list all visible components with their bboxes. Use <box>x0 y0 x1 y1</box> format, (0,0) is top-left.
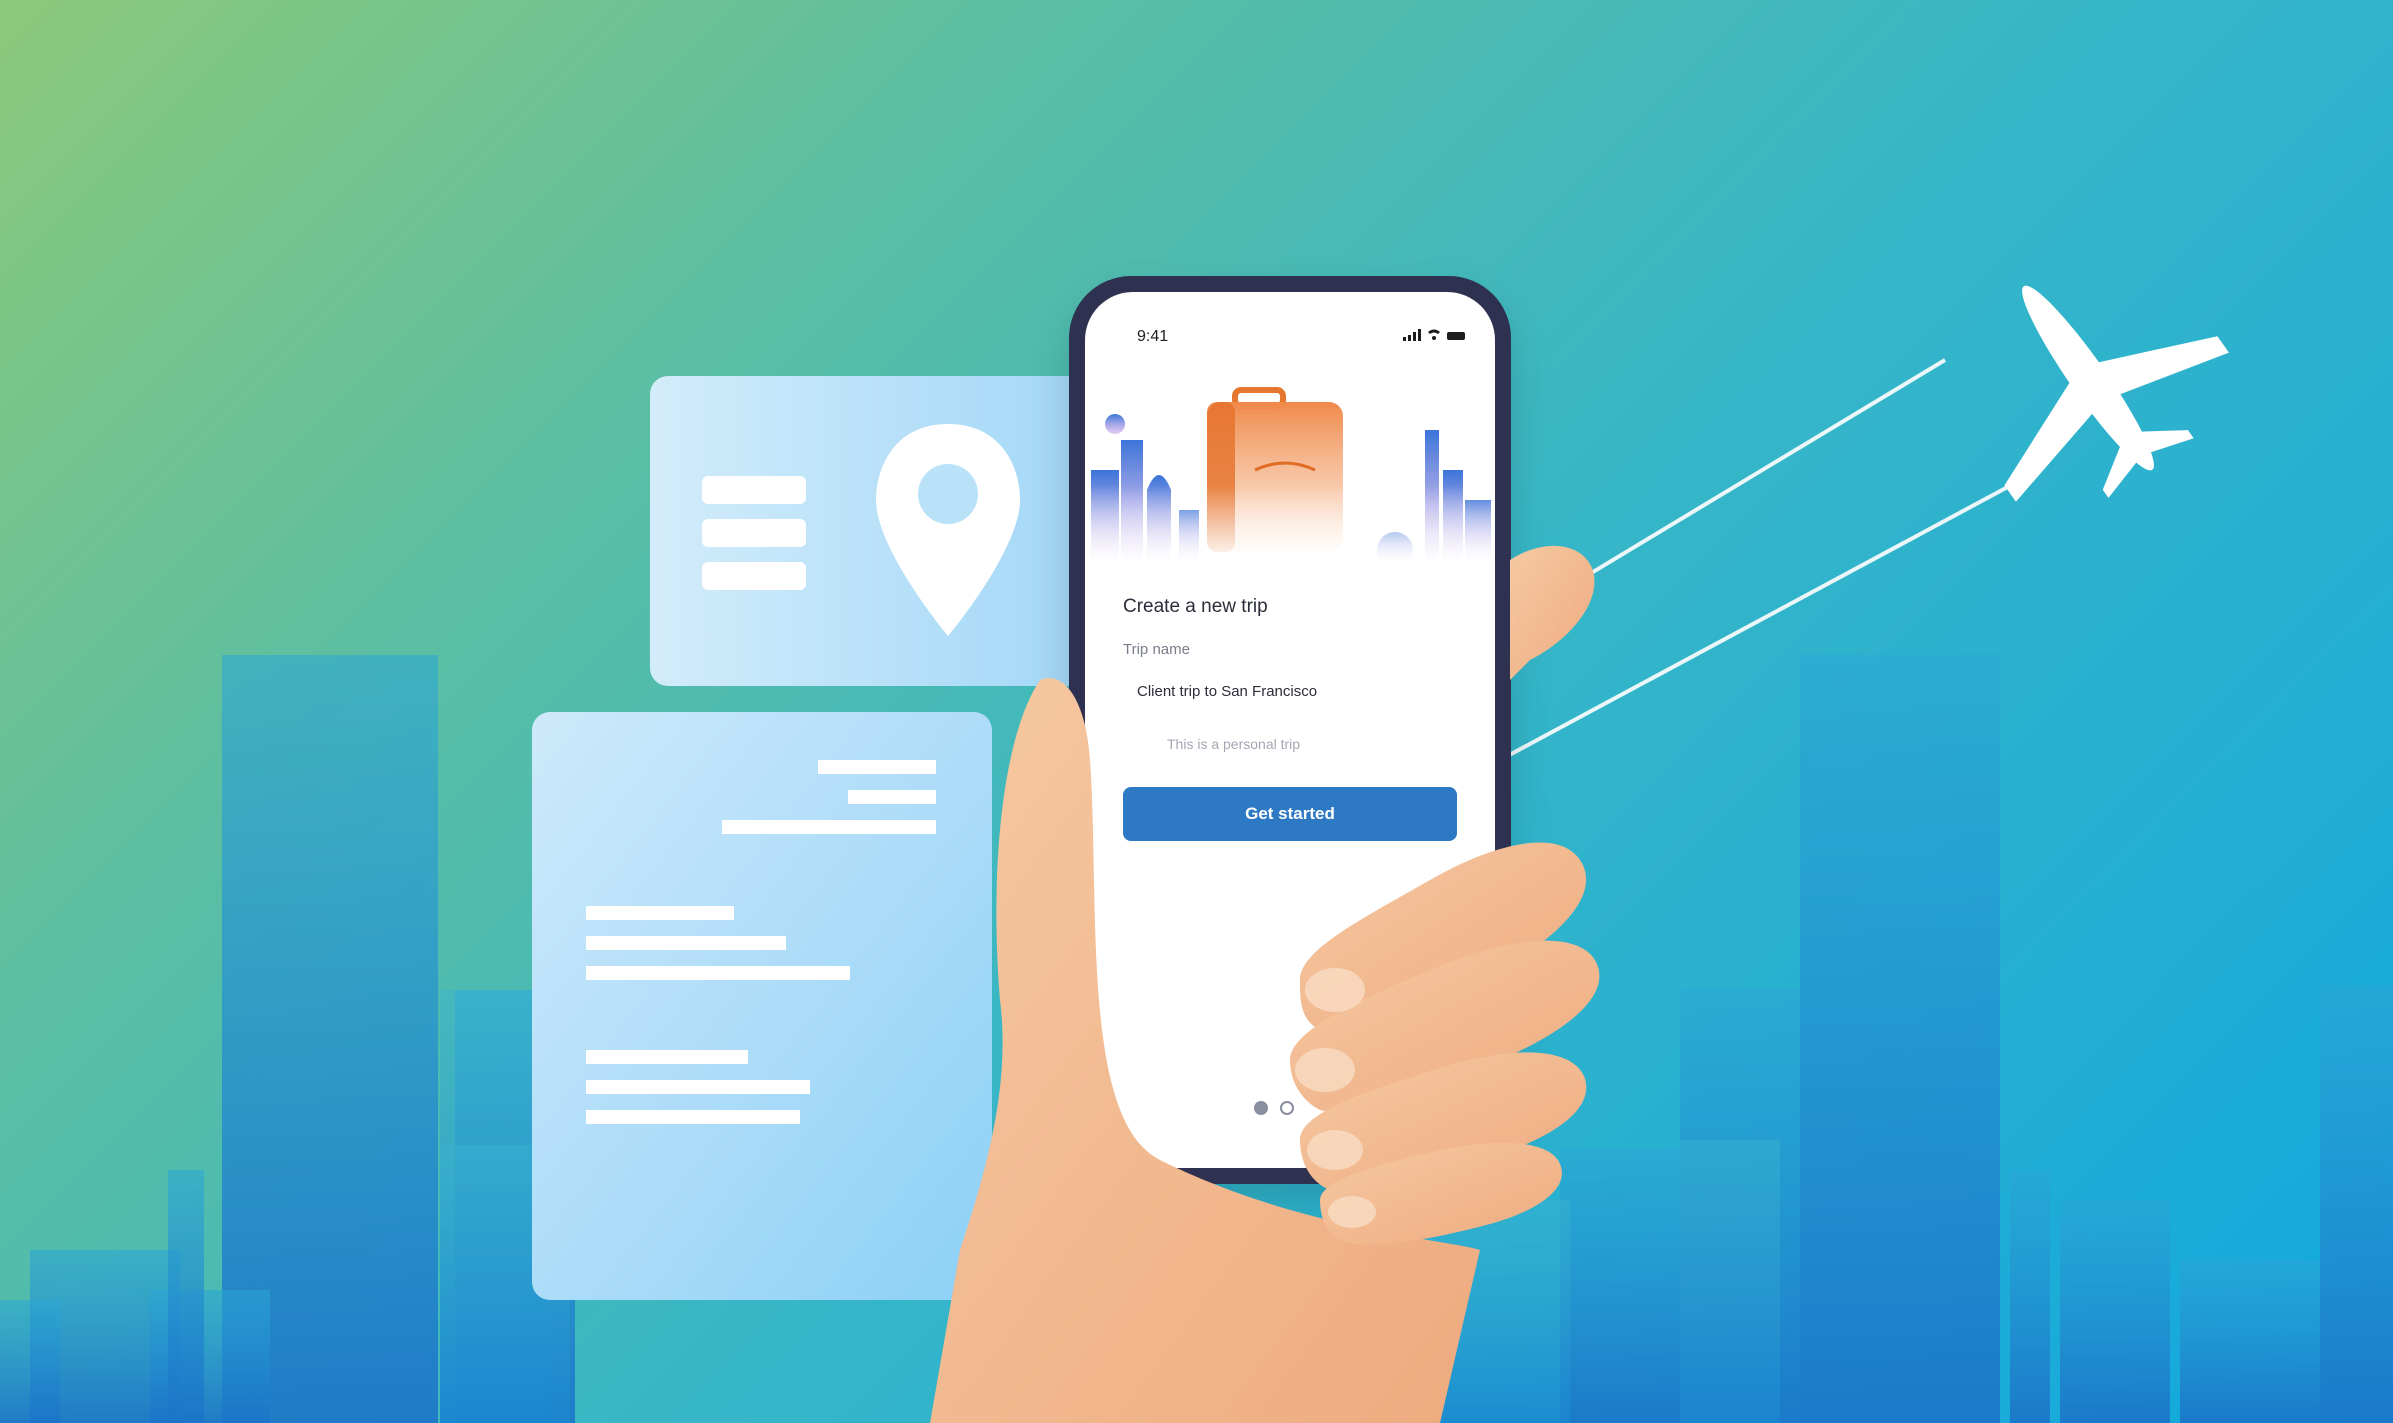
page-title: Create a new trip <box>1123 596 1268 617</box>
wifi-icon <box>1428 329 1440 340</box>
page-indicator <box>1254 1101 1294 1115</box>
location-card <box>650 376 1110 686</box>
phone-screen: 9:41 Create a new trip Trip name Client … <box>1085 292 1495 1168</box>
list-icon <box>702 476 806 590</box>
phone-device: 9:41 Create a new trip Trip name Client … <box>1069 276 1511 1184</box>
trip-hero-illustration <box>1085 370 1495 562</box>
get-started-button[interactable]: Get started <box>1123 787 1457 841</box>
trip-name-value: Client trip to San Francisco <box>1137 683 1318 700</box>
document-card <box>532 712 992 1300</box>
signal-icon <box>1403 329 1421 341</box>
battery-icon <box>1447 332 1465 340</box>
trip-name-input[interactable]: Client trip to San Francisco <box>1123 672 1457 712</box>
illustration-scene: 9:41 Create a new trip Trip name Client … <box>0 0 2393 1423</box>
personal-trip-checkbox[interactable]: This is a personal trip <box>1123 724 1457 764</box>
page-dot-inactive <box>1280 1101 1294 1115</box>
status-time: 9:41 <box>1137 328 1169 345</box>
page-dot-active <box>1254 1101 1268 1115</box>
trip-name-label: Trip name <box>1123 641 1190 658</box>
status-icons <box>1403 328 1467 347</box>
airplane-icon <box>2004 285 2229 502</box>
personal-trip-label: This is a personal trip <box>1167 736 1301 752</box>
